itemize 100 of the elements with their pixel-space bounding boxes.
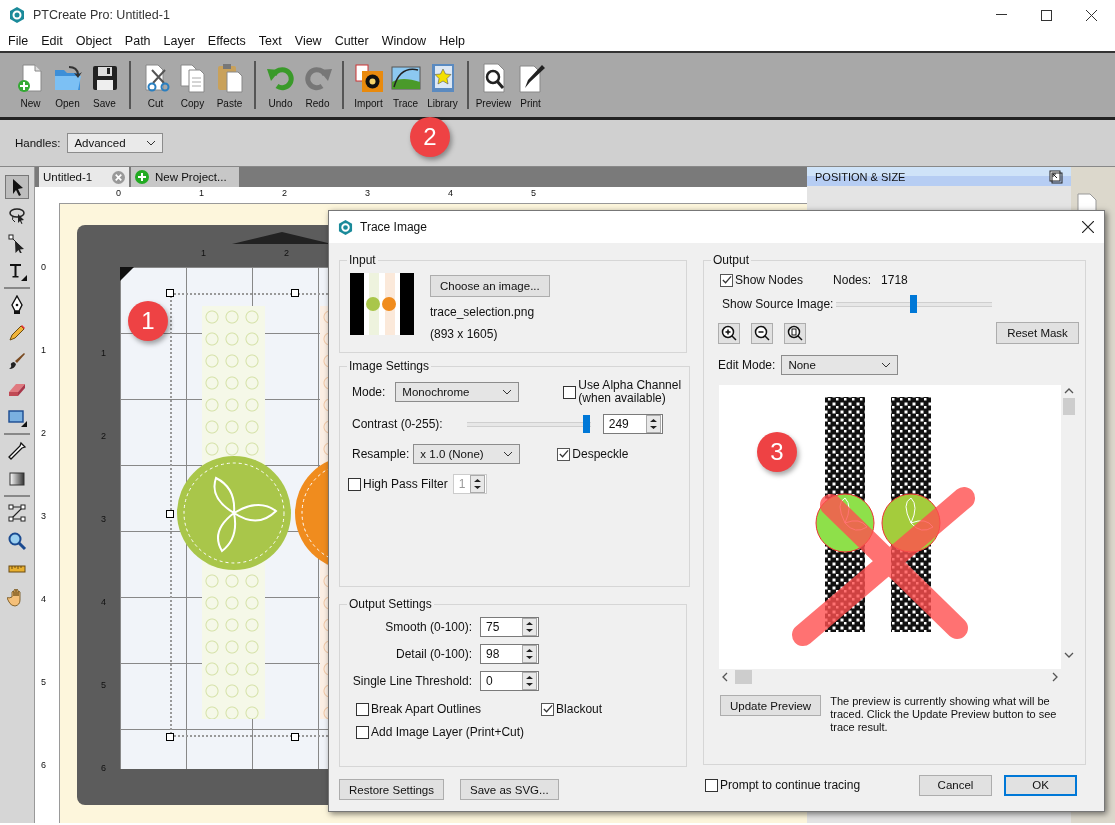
panel-title: POSITION & SIZE — [815, 170, 906, 183]
reset-mask-button[interactable]: Reset Mask — [996, 322, 1079, 344]
toolbar-button[interactable]: Undo — [262, 61, 299, 109]
chevron-down-icon — [881, 362, 892, 368]
setting-label: Single Line Threshold: — [351, 673, 473, 688]
slider-thumb[interactable] — [910, 295, 917, 313]
toolbar-button[interactable]: Print — [512, 61, 549, 109]
dialog-button[interactable]: Cancel — [919, 774, 992, 796]
dialog-button[interactable]: Restore Settings — [339, 779, 444, 800]
menu-item[interactable]: Text — [258, 33, 282, 48]
document-tab[interactable]: New Project... — [131, 167, 239, 187]
tool-button[interactable] — [5, 175, 29, 199]
corner-mark — [120, 267, 134, 281]
mat-ruler-number: 2 — [101, 431, 106, 441]
handles-dropdown[interactable]: Advanced — [67, 133, 164, 153]
dialog-button[interactable]: OK — [1004, 774, 1077, 796]
setting-label: Smooth (0-100): — [384, 619, 473, 634]
maximize-icon[interactable] — [1041, 9, 1052, 21]
dialog-button[interactable]: Save as SVG... — [460, 779, 559, 800]
menu-item[interactable]: View — [294, 33, 322, 48]
number-spinbox[interactable]: 98 — [480, 643, 539, 664]
menu-item[interactable]: Effects — [207, 33, 246, 48]
edit-mode-dropdown[interactable]: None — [781, 355, 899, 375]
checkbox-label: Show Nodes — [735, 273, 804, 287]
minimize-icon[interactable] — [996, 14, 1007, 16]
dialog-title: Trace Image — [360, 220, 427, 234]
toolbar-button[interactable]: New — [12, 61, 49, 109]
close-icon[interactable] — [1082, 221, 1094, 233]
spin-arrows-icon[interactable] — [522, 671, 537, 690]
toolbar-button[interactable]: Preview — [475, 61, 512, 109]
toolbar-button[interactable]: Import — [350, 61, 387, 109]
selection-handle[interactable] — [166, 510, 174, 518]
image-thumbnail-drawing — [350, 273, 414, 335]
zoom-in-button[interactable] — [718, 322, 740, 344]
window-title: PTCreate Pro: Untitled-1 — [33, 8, 170, 22]
close-icon[interactable] — [1086, 9, 1097, 21]
contrast-spinbox[interactable]: 249 — [602, 414, 663, 434]
choose-image-button[interactable]: Choose an image... — [430, 275, 550, 297]
ruler-number: 5 — [41, 677, 46, 687]
menu-item[interactable]: Object — [75, 33, 112, 48]
toolbar-button[interactable]: Library — [424, 61, 461, 109]
spin-arrows-icon[interactable] — [522, 617, 537, 636]
ruler-number: 1 — [199, 188, 204, 198]
menu-item[interactable]: Help — [439, 33, 465, 48]
resample-dropdown[interactable]: x 1.0 (None) — [413, 444, 521, 464]
number-spinbox[interactable]: 0 — [480, 670, 539, 691]
toolbar-button[interactable]: Copy — [174, 61, 211, 109]
chevron-down-icon — [503, 451, 514, 457]
mode-dropdown[interactable]: Monochrome — [395, 382, 520, 402]
handles-label: Handles: — [15, 137, 61, 149]
plus-circle-icon — [135, 170, 149, 184]
selection-handle[interactable] — [166, 289, 174, 297]
tool-button[interactable] — [5, 501, 29, 525]
tab-label: Untitled-1 — [43, 171, 93, 183]
selection-handle[interactable] — [291, 289, 299, 297]
setting-label: Detail (0-100): — [394, 646, 473, 661]
spin-arrows-icon[interactable] — [645, 415, 661, 433]
toolbar-button[interactable]: Save — [86, 61, 123, 109]
ruler-number: 5 — [531, 188, 536, 198]
blackout-checkbox[interactable] — [541, 702, 555, 716]
toolbar-button[interactable]: Open — [49, 61, 86, 109]
ruler-number: 0 — [41, 262, 46, 272]
menu-item[interactable]: Path — [124, 33, 151, 48]
alpha-checkbox[interactable] — [563, 385, 577, 399]
close-circle-icon[interactable] — [112, 170, 125, 184]
zoom-fit-button[interactable] — [784, 322, 806, 344]
group-title: Output Settings — [348, 597, 433, 611]
zoom-out-button[interactable] — [751, 322, 773, 344]
menu-item[interactable]: Window — [381, 33, 427, 48]
checkbox-label: Despeckle — [572, 447, 629, 461]
menu-item[interactable]: File — [8, 33, 29, 48]
document-tab[interactable]: Untitled-1 — [39, 167, 129, 187]
spin-arrows-icon[interactable] — [522, 644, 537, 663]
selection-handle[interactable] — [166, 733, 174, 741]
menu-item[interactable]: Edit — [41, 33, 63, 48]
selection-handle[interactable] — [291, 733, 299, 741]
despeckle-checkbox[interactable] — [557, 447, 571, 461]
undock-icon[interactable] — [1049, 169, 1063, 184]
menu-item[interactable]: Layer — [163, 33, 195, 48]
mat-ruler-number: 3 — [101, 514, 106, 524]
image-layer-checkbox[interactable] — [356, 725, 369, 739]
update-preview-button[interactable]: Update Preview — [720, 695, 822, 716]
toolbar-button[interactable]: Cut — [137, 61, 174, 109]
slider-thumb[interactable] — [582, 415, 590, 433]
checkbox-label: Prompt to continue tracing — [720, 778, 861, 792]
toolbar-button[interactable]: Redo — [299, 61, 336, 109]
checkbox-label: Add Image Layer (Print+Cut) — [371, 725, 525, 739]
prompt-checkbox[interactable] — [705, 778, 718, 792]
group-title: Image Settings — [348, 359, 431, 373]
show-nodes-checkbox[interactable] — [720, 273, 733, 287]
zoom-out-icon — [754, 325, 770, 341]
pencil-icon — [7, 323, 27, 343]
number-spinbox[interactable]: 75 — [480, 616, 539, 637]
mat-ruler-number: 4 — [101, 597, 106, 607]
toolbar-button[interactable]: Paste — [211, 61, 248, 109]
break-apart-checkbox[interactable] — [356, 702, 369, 716]
mat-ruler-number: 2 — [284, 248, 289, 258]
menu-item[interactable]: Cutter — [334, 33, 369, 48]
toolbar-button[interactable]: Trace — [387, 61, 424, 109]
app-logo-icon — [9, 7, 25, 23]
